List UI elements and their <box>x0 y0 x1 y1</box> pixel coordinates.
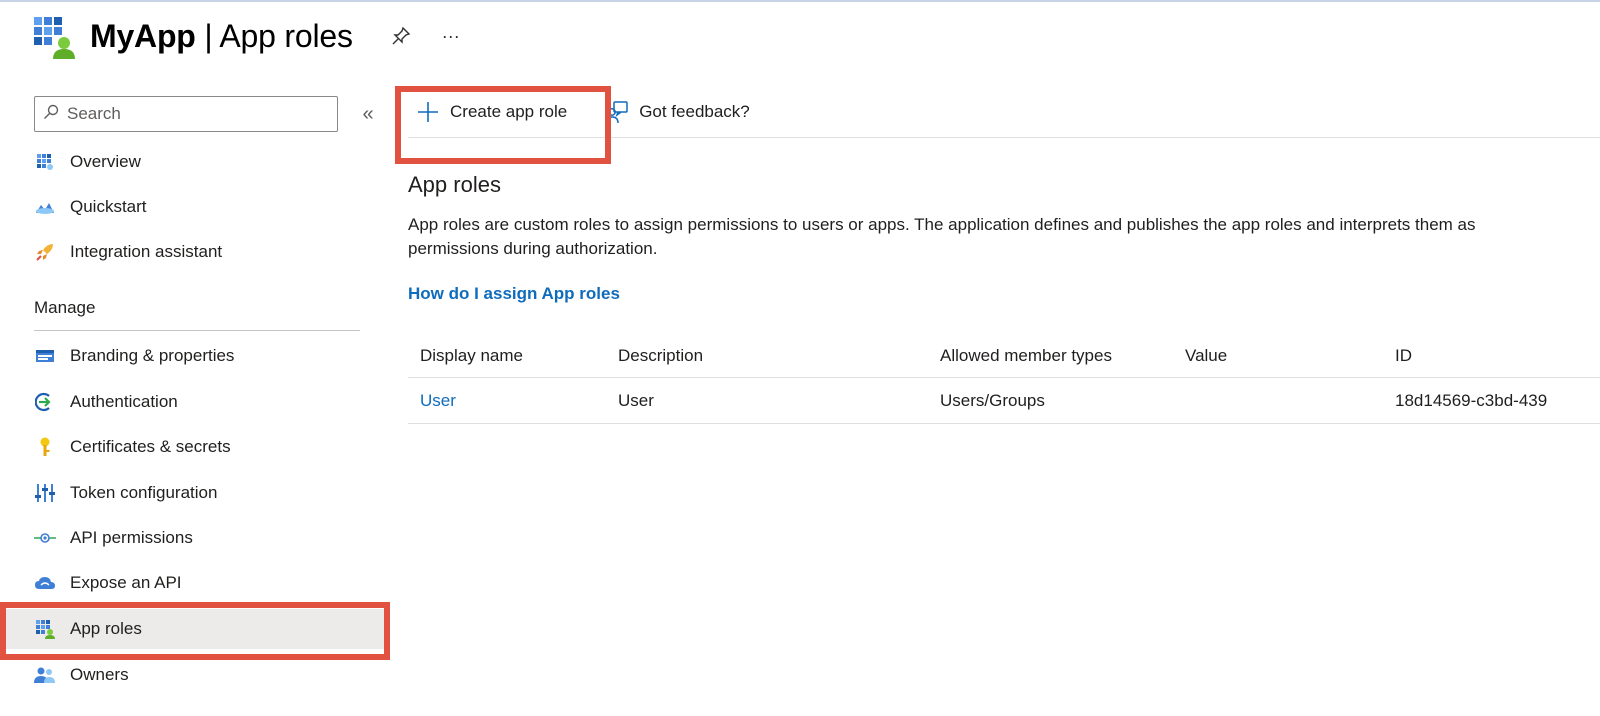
sidebar-item-authentication[interactable]: Authentication <box>0 382 390 422</box>
sidebar-item-integration-assistant[interactable]: Integration assistant <box>0 232 390 272</box>
sidebar-item-label: App roles <box>70 619 142 638</box>
sidebar-item-branding[interactable]: Branding & properties <box>0 336 390 376</box>
got-feedback-button[interactable]: Got feedback? <box>605 90 750 134</box>
more-icon[interactable]: ··· <box>439 24 463 48</box>
sidebar-item-owners[interactable]: Owners <box>0 655 390 695</box>
section-description: App roles are custom roles to assign per… <box>408 215 1476 258</box>
column-header-description[interactable]: Description <box>618 346 940 366</box>
branding-icon <box>34 345 56 367</box>
got-feedback-label: Got feedback? <box>639 101 750 121</box>
sidebar-item-label: Quickstart <box>70 197 147 216</box>
quickstart-icon <box>34 196 56 218</box>
token-config-icon <box>34 482 56 504</box>
plus-icon <box>416 100 440 124</box>
sidebar-item-api-permissions[interactable]: API permissions <box>0 518 390 558</box>
feedback-icon <box>605 100 629 124</box>
blade-title: App roles <box>219 17 353 54</box>
create-app-role-label: Create app role <box>450 101 568 121</box>
sidebar-item-label: Integration assistant <box>70 242 223 261</box>
cell-description: User <box>618 390 654 410</box>
sidebar-item-expose-api[interactable]: Expose an API <box>0 563 390 603</box>
cell-id: 18d14569-c3bd-439 <box>1395 390 1548 410</box>
column-header-allowed-member-types[interactable]: Allowed member types <box>940 346 1185 366</box>
manage-heading: Manage <box>34 298 96 317</box>
sidebar-item-label: Branding & properties <box>70 346 235 365</box>
owners-icon <box>34 664 56 686</box>
pin-icon[interactable] <box>389 24 413 48</box>
column-header-id[interactable]: ID <box>1395 346 1600 366</box>
how-to-assign-link[interactable]: How do I assign App roles <box>408 284 620 304</box>
search-input[interactable] <box>67 104 317 124</box>
app-roles-icon <box>34 618 56 640</box>
top-border <box>0 0 1600 2</box>
sidebar-item-label: Expose an API <box>70 573 182 592</box>
command-bar: Create app role Got feedback? <box>395 86 1600 164</box>
sidebar-item-label: Token configuration <box>70 483 218 502</box>
overview-icon <box>34 151 56 173</box>
sidebar-item-label: Authentication <box>70 392 178 411</box>
sidebar-item-app-roles[interactable]: App roles <box>0 609 390 649</box>
table-header: Display name Description Allowed member … <box>408 334 1600 378</box>
sidebar-item-token-configuration[interactable]: Token configuration <box>0 473 390 513</box>
api-permissions-icon <box>34 527 56 549</box>
cloud-icon <box>34 572 56 594</box>
sidebar-item-quickstart[interactable]: Quickstart <box>0 187 390 227</box>
column-header-value[interactable]: Value <box>1185 346 1395 366</box>
title-separator: | <box>195 17 220 54</box>
sidebar-item-label: Certificates & secrets <box>70 437 231 456</box>
blade-header: MyApp | App roles ··· <box>32 8 463 64</box>
page-title: MyApp | App roles <box>90 18 353 55</box>
section-title: App roles <box>408 172 501 197</box>
sidebar-item-label: Owners <box>70 665 129 684</box>
search-icon <box>43 104 59 125</box>
sidebar-item-label: Overview <box>70 152 141 171</box>
main-content: Create app role Got feedback? App roles … <box>395 72 1600 716</box>
sidebar-item-label: API permissions <box>70 528 193 547</box>
sidebar: « Overview Quickstart <box>0 90 390 716</box>
app-roles-table: Display name Description Allowed member … <box>408 334 1600 424</box>
manage-divider <box>34 330 360 331</box>
cell-allowed-member-types: Users/Groups <box>940 390 1045 410</box>
key-icon <box>34 436 56 458</box>
sidebar-item-certificates[interactable]: Certificates & secrets <box>0 427 390 467</box>
sidebar-item-overview[interactable]: Overview <box>0 142 390 182</box>
create-app-role-button[interactable]: Create app role <box>416 90 567 134</box>
search-box[interactable] <box>34 96 338 132</box>
app-registration-icon <box>32 13 76 59</box>
collapse-sidebar-icon[interactable]: « <box>358 103 378 126</box>
cell-display-name: User <box>408 391 618 411</box>
rocket-icon <box>34 241 56 263</box>
authentication-icon <box>34 391 56 413</box>
table-row: User User Users/Groups 18d14569-c3bd-439 <box>408 378 1600 424</box>
column-header-display-name[interactable]: Display name <box>408 346 618 366</box>
app-name: MyApp <box>90 17 196 54</box>
role-link-user[interactable]: User <box>420 391 456 410</box>
